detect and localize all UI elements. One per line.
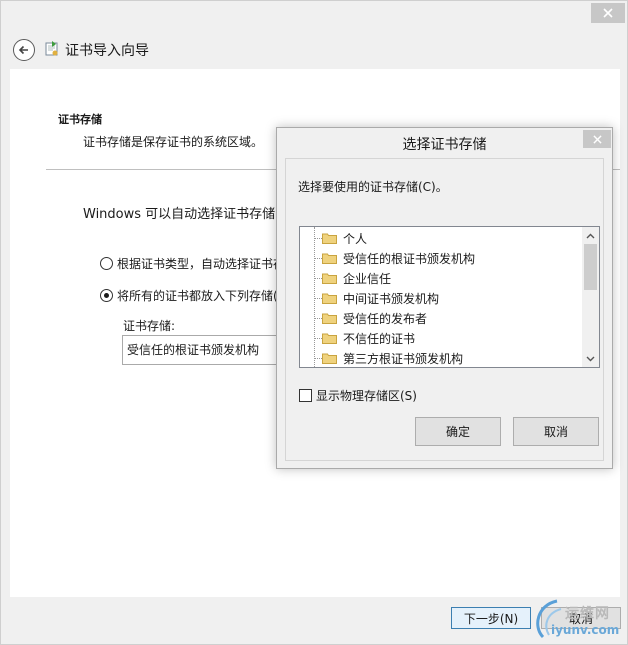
folder-icon bbox=[322, 313, 337, 324]
scroll-thumb[interactable] bbox=[584, 244, 597, 290]
tree-connector-dash bbox=[314, 237, 322, 239]
tree-connector-dash bbox=[314, 257, 322, 259]
close-icon bbox=[592, 134, 602, 144]
chevron-down-icon bbox=[586, 356, 595, 361]
tree-item-label: 企业信任 bbox=[343, 271, 392, 286]
certificate-store-tree[interactable]: 个人受信任的根证书颁发机构 企业信任中间证书颁发机构 受信任的发布者 不信任的证书第三… bbox=[299, 226, 600, 368]
scroll-down-button[interactable] bbox=[582, 350, 599, 367]
close-icon bbox=[603, 8, 613, 18]
tree-item[interactable]: 受信任的根证书颁发机构 bbox=[302, 248, 475, 268]
tree-item-label: 第三方根证书颁发机构 bbox=[343, 351, 464, 366]
tree-item-label: 个人 bbox=[343, 231, 368, 246]
section-title: 证书存储 bbox=[58, 113, 102, 126]
tree-connector-dash bbox=[314, 357, 322, 359]
folder-icon bbox=[322, 293, 337, 304]
tree-item[interactable]: 受信任的发布者 bbox=[302, 308, 427, 328]
folder-icon bbox=[322, 353, 337, 364]
tree-connector-dash bbox=[314, 337, 322, 339]
show-physical-stores-label: 显示物理存储区(S) bbox=[316, 389, 417, 403]
dialog-titlebar: 选择证书存储 bbox=[277, 128, 612, 156]
tree-connector-dash bbox=[314, 277, 322, 279]
wizard-title: 证书导入向导 bbox=[65, 43, 149, 59]
radio-auto-select-label: 根据证书类型，自动选择证书存 bbox=[117, 257, 286, 271]
section-description: 证书存储是保存证书的系统区域。 bbox=[83, 135, 264, 149]
tree-item[interactable]: 个人 bbox=[302, 228, 367, 248]
tree-item[interactable]: 中间证书颁发机构 bbox=[302, 288, 439, 308]
tree-item[interactable]: 第三方根证书颁发机构 bbox=[302, 348, 464, 367]
dialog-body: 选择要使用的证书存储(C)。 个人受信任的根证书颁发机构 企业信任中间证书颁发机构… bbox=[285, 158, 604, 461]
show-physical-stores[interactable]: 显示物理存储区(S) bbox=[299, 387, 417, 404]
tree-connector-dash bbox=[314, 297, 322, 299]
tree-scrollbar[interactable] bbox=[582, 227, 599, 367]
radio-place-in-store-circle[interactable] bbox=[100, 289, 113, 302]
tree-item-label: 中间证书颁发机构 bbox=[343, 291, 440, 306]
certificate-store-label: 证书存储: bbox=[123, 319, 176, 333]
watermark: 运维网 iyunv.com bbox=[529, 597, 628, 645]
tree-item-label: 受信任的根证书颁发机构 bbox=[343, 251, 476, 266]
tree-item-label: 不信任的证书 bbox=[343, 331, 416, 346]
window-close-button[interactable] bbox=[591, 3, 625, 23]
back-arrow-icon bbox=[18, 45, 28, 55]
radio-place-in-store-label: 将所有的证书都放入下列存储( bbox=[117, 289, 278, 303]
chevron-up-icon bbox=[586, 233, 595, 238]
dialog-prompt: 选择要使用的证书存储(C)。 bbox=[298, 180, 448, 194]
wizard-header: 证书导入向导 bbox=[1, 31, 627, 69]
folder-icon bbox=[322, 233, 337, 244]
radio-place-in-store[interactable]: 将所有的证书都放入下列存储( bbox=[100, 287, 278, 304]
watermark-url: iyunv.com bbox=[551, 623, 620, 637]
scroll-up-button[interactable] bbox=[582, 227, 599, 244]
folder-icon bbox=[322, 273, 337, 284]
certificate-store-field[interactable]: 受信任的根证书颁发机构 bbox=[122, 335, 292, 365]
radio-auto-select[interactable]: 根据证书类型，自动选择证书存 bbox=[100, 255, 285, 272]
tree-item-label: 受信任的发布者 bbox=[343, 311, 428, 326]
next-button[interactable]: 下一步(N) bbox=[451, 607, 531, 629]
show-physical-stores-checkbox[interactable] bbox=[299, 389, 312, 402]
ok-button[interactable]: 确定 bbox=[415, 417, 501, 446]
tree-item[interactable]: 企业信任 bbox=[302, 268, 391, 288]
tree-item[interactable]: 不信任的证书 bbox=[302, 328, 415, 348]
folder-icon bbox=[322, 253, 337, 264]
select-certificate-store-dialog: 选择证书存储 选择要使用的证书存储(C)。 个人受信任的根证书颁发机构 企业信任中… bbox=[276, 127, 613, 469]
dialog-title: 选择证书存储 bbox=[402, 137, 487, 153]
auto-select-description: Windows 可以自动选择证书存储，你 bbox=[83, 207, 302, 222]
dialog-close-button[interactable] bbox=[583, 130, 611, 148]
folder-icon bbox=[322, 333, 337, 344]
back-button[interactable] bbox=[13, 39, 35, 61]
radio-auto-select-circle[interactable] bbox=[100, 257, 113, 270]
certificate-import-icon bbox=[45, 41, 58, 56]
tree-connector-dash bbox=[314, 317, 322, 319]
watermark-cn: 运维网 bbox=[565, 606, 610, 622]
dialog-cancel-button[interactable]: 取消 bbox=[513, 417, 599, 446]
